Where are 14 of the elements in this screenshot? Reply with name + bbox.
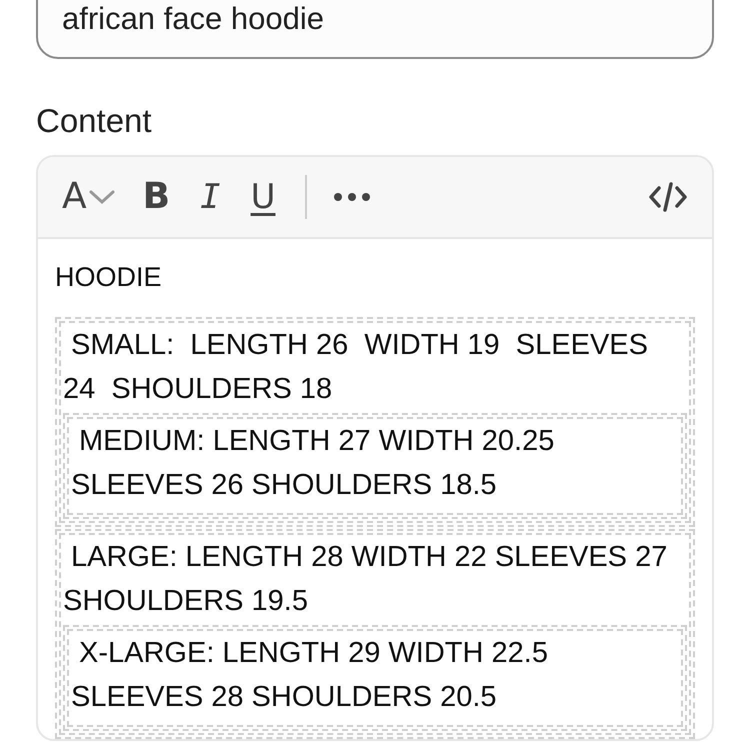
title-field[interactable]: african face hoodie [36,0,714,59]
font-style-button[interactable]: A [62,177,115,217]
more-icon[interactable] [333,192,372,202]
content-label: Content [36,101,153,141]
code-icon[interactable] [648,181,688,213]
italic-button[interactable]: I [200,177,221,217]
paragraph-text: HOODIE [55,261,163,294]
chevron-down-icon [88,189,115,205]
bold-button[interactable]: B [142,177,170,217]
size-text: SMALL: LENGTH 26 WIDTH 19 SLEEVES 24 SHOULDERS 18 [63,328,649,407]
size-text: LARGE: LENGTH 28 WIDTH 22 SLEEVES 27 SHOULDERS 19.5 [63,540,668,619]
size-text: X-LARGE: LENGTH 29 WIDTH 22.5 SLEEVES 28 SHOULDERS 20.5 [71,636,549,715]
size-text: MEDIUM: LENGTH 27 WIDTH 20.25 SLEEVES 26 SHOULDERS 18.5 [71,424,556,503]
underline-button[interactable]: U [250,177,276,217]
